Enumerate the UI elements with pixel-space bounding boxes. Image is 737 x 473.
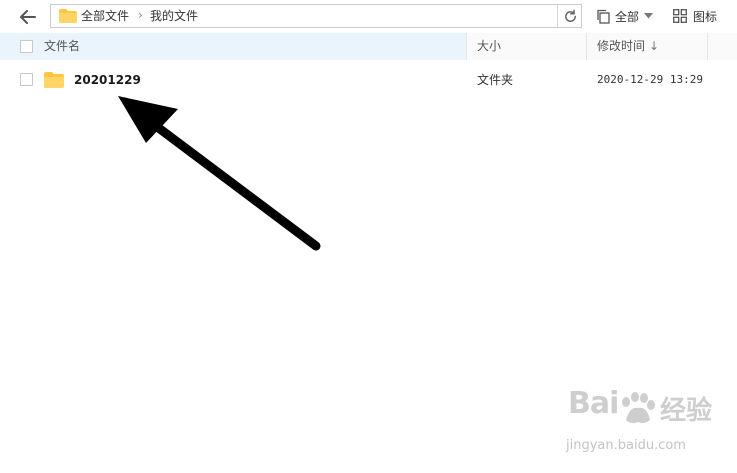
watermark-brand: Bai (568, 386, 619, 421)
view-mode-toggle[interactable]: 图标 (673, 7, 717, 25)
column-size-label: 大小 (477, 39, 502, 53)
arrow-left-icon (20, 10, 36, 24)
column-modified-label: 修改时间 (597, 39, 646, 53)
watermark-brand-cn: 经验 (660, 396, 713, 426)
paw-logo-icon (622, 392, 655, 424)
column-header-name[interactable]: 文件名 (0, 33, 466, 60)
toolbar: 全部文件 › 我的文件 全部 图标 (0, 0, 737, 33)
copy-icon (597, 9, 610, 24)
file-name[interactable]: 20201229 (74, 73, 141, 87)
view-filter-dropdown[interactable]: 全部 (596, 7, 654, 25)
folder-icon (59, 9, 77, 23)
refresh-icon (564, 9, 576, 22)
breadcrumb-separator: › (138, 8, 143, 22)
sort-desc-icon: ↓ (649, 39, 660, 53)
column-header-modified[interactable]: 修改时间 ↓ (587, 33, 707, 60)
address-bar[interactable]: 全部文件 › 我的文件 (50, 4, 582, 28)
caret-down-icon (644, 13, 654, 19)
refresh-button[interactable] (557, 5, 582, 27)
file-type: 文件夹 (477, 73, 514, 87)
table-row[interactable]: 20201229 文件夹 2020-12-29 13:29 (0, 66, 737, 94)
breadcrumb-my-files[interactable]: 我的文件 (150, 9, 198, 23)
watermark: Bai 经验 jingyan.baidu.com (560, 386, 728, 466)
select-all-checkbox[interactable] (20, 40, 33, 53)
row-checkbox[interactable] (20, 73, 33, 86)
breadcrumb-all-files[interactable]: 全部文件 (81, 9, 129, 23)
watermark-url: jingyan.baidu.com (566, 438, 686, 453)
file-list-header: 文件名 大小 修改时间 ↓ (0, 33, 737, 60)
grid-icon (673, 9, 687, 23)
column-header-spacer (708, 33, 737, 60)
back-button[interactable] (14, 6, 42, 28)
column-header-size[interactable]: 大小 (467, 33, 586, 60)
column-name-label: 文件名 (44, 39, 81, 53)
folder-icon (44, 72, 64, 88)
file-modified: 2020-12-29 13:29 (597, 73, 703, 86)
view-mode-label: 图标 (693, 9, 718, 24)
view-filter-label: 全部 (615, 9, 640, 24)
